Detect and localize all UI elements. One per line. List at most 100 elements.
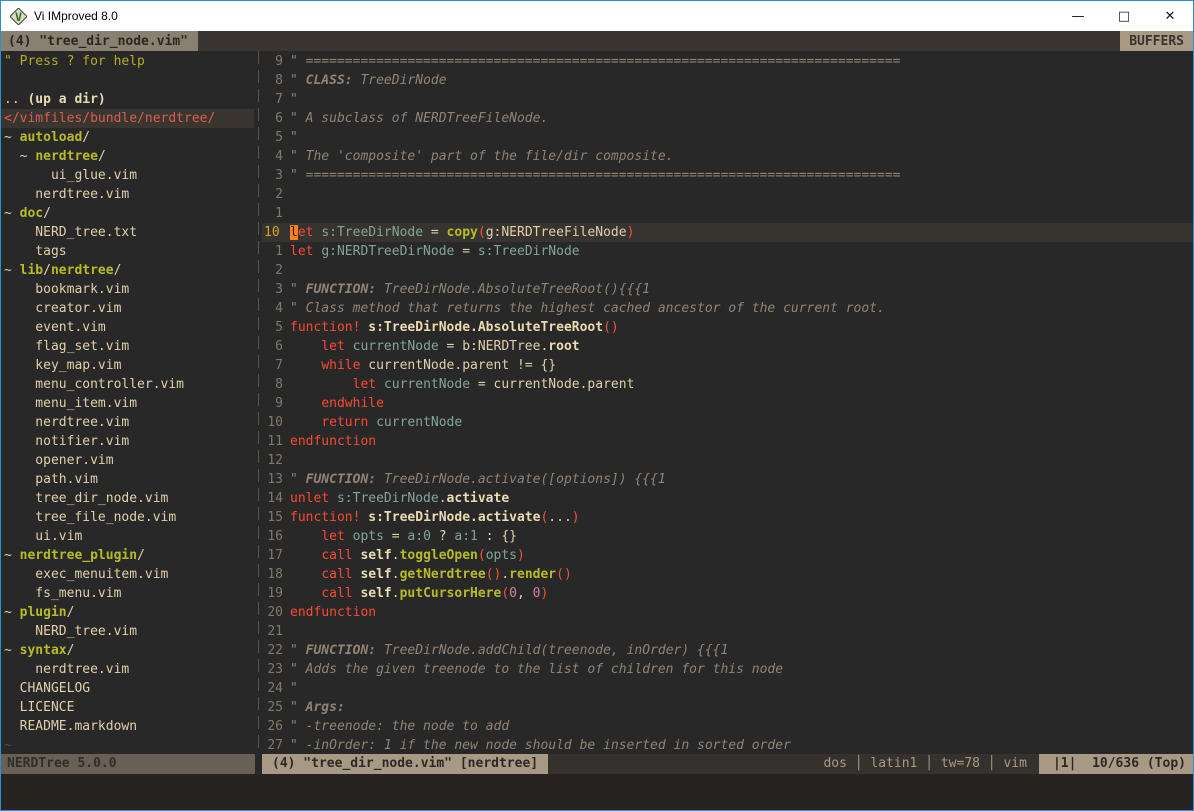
code-line[interactable]: 1let g:NERDTreeDirNode = s:TreeDirNode (262, 242, 1193, 261)
tree-item[interactable]: ~ lib/nerdtree/ (4, 261, 254, 280)
tree-item[interactable]: ~ (4, 736, 254, 754)
tree-item[interactable]: NERD_tree.txt (4, 223, 254, 242)
maximize-icon[interactable]: □ (1101, 1, 1147, 31)
code-line[interactable]: 8" CLASS: TreeDirNode (262, 71, 1193, 90)
tree-item[interactable]: notifier.vim (4, 432, 254, 451)
line-number: 20 (262, 603, 290, 622)
code-line[interactable]: 18 call self.getNerdtree().render() (262, 565, 1193, 584)
tree-item[interactable]: ui_glue.vim (4, 166, 254, 185)
tree-item[interactable]: menu_controller.vim (4, 375, 254, 394)
code-line[interactable]: 3" FUNCTION: TreeDirNode.AbsoluteTreeRoo… (262, 280, 1193, 299)
code-line-current[interactable]: 10let s:TreeDirNode = copy(g:NERDTreeFil… (262, 223, 1193, 242)
svg-text:V: V (15, 9, 22, 23)
code-line[interactable]: 7 while currentNode.parent != {} (262, 356, 1193, 375)
tree-item[interactable]: ui.vim (4, 527, 254, 546)
code-line[interactable]: 10 return currentNode (262, 413, 1193, 432)
window-separator[interactable] (254, 51, 262, 754)
tree-item[interactable]: ~ doc/ (4, 204, 254, 223)
close-icon[interactable]: ✕ (1147, 1, 1193, 31)
line-number: 2 (262, 185, 290, 204)
line-number: 2 (262, 261, 290, 280)
code-line[interactable]: 23" Adds the given treenode to the list … (262, 660, 1193, 679)
code-line[interactable]: 13" FUNCTION: TreeDirNode.activate([opti… (262, 470, 1193, 489)
code-line[interactable]: 15function! s:TreeDirNode.activate(...) (262, 508, 1193, 527)
minimize-icon[interactable]: — (1055, 1, 1101, 31)
line-number: 14 (262, 489, 290, 508)
tree-item[interactable]: ~ plugin/ (4, 603, 254, 622)
tree-item[interactable]: nerdtree.vim (4, 185, 254, 204)
tree-item[interactable]: path.vim (4, 470, 254, 489)
code-line[interactable]: 5" (262, 128, 1193, 147)
tree-item[interactable]: ~ syntax/ (4, 641, 254, 660)
tree-item[interactable]: key_map.vim (4, 356, 254, 375)
statusline: NERDTree 5.0.0 (4) "tree_dir_node.vim" [… (1, 754, 1193, 774)
tree-item[interactable]: creator.vim (4, 299, 254, 318)
tree-item[interactable]: NERD_tree.vim (4, 622, 254, 641)
code-line[interactable]: 21 (262, 622, 1193, 641)
buffers-label[interactable]: BUFFERS (1120, 31, 1193, 51)
line-number: 5 (262, 128, 290, 147)
code-line[interactable]: 24" (262, 679, 1193, 698)
tabline: (4) "tree_dir_node.vim" BUFFERS (1, 31, 1193, 51)
nerdtree-pane[interactable]: " Press ? for help .. (up a dir)</vimfile… (1, 51, 254, 754)
code-pane[interactable]: 9" =====================================… (262, 51, 1193, 754)
tree-item[interactable]: nerdtree.vim (4, 413, 254, 432)
tree-item[interactable]: exec_menuitem.vim (4, 565, 254, 584)
code-line[interactable]: 17 call self.toggleOpen(opts) (262, 546, 1193, 565)
code-line[interactable]: 6 let currentNode = b:NERDTree.root (262, 337, 1193, 356)
tree-item[interactable]: tree_dir_node.vim (4, 489, 254, 508)
tree-item[interactable]: tree_file_node.vim (4, 508, 254, 527)
tree-item[interactable]: flag_set.vim (4, 337, 254, 356)
code-line[interactable]: 22" FUNCTION: TreeDirNode.addChild(treen… (262, 641, 1193, 660)
window-title: Vi IMproved 8.0 (34, 9, 118, 23)
tree-root-item[interactable]: </vimfiles/bundle/nerdtree/ (1, 109, 254, 128)
tree-item[interactable]: CHANGELOG (4, 679, 254, 698)
code-line[interactable]: 27" -inOrder: 1 if the new node should b… (262, 736, 1193, 754)
code-line[interactable]: 20endfunction (262, 603, 1193, 622)
tree-item[interactable]: nerdtree.vim (4, 660, 254, 679)
code-line[interactable]: 4" The 'composite' part of the file/dir … (262, 147, 1193, 166)
code-line[interactable]: 26" -treenode: the node to add (262, 717, 1193, 736)
code-line[interactable]: 9" =====================================… (262, 52, 1193, 71)
line-number: 7 (262, 356, 290, 375)
titlebar: V Vi IMproved 8.0 — □ ✕ (1, 1, 1193, 31)
tree-item[interactable]: LICENCE (4, 698, 254, 717)
code-line[interactable]: 6" A subclass of NERDTreeFileNode. (262, 109, 1193, 128)
tree-item[interactable]: .. (up a dir) (4, 90, 254, 109)
tree-item[interactable]: bookmark.vim (4, 280, 254, 299)
tab-tree-dir-node[interactable]: (4) "tree_dir_node.vim" (1, 31, 198, 51)
nerdtree-status: NERDTree 5.0.0 (1, 754, 255, 774)
tree-item[interactable]: ~ nerdtree/ (4, 147, 254, 166)
code-line[interactable]: 2 (262, 185, 1193, 204)
code-line[interactable]: 9 endwhile (262, 394, 1193, 413)
code-line[interactable]: 25" Args: (262, 698, 1193, 717)
tree-item[interactable]: " Press ? for help (4, 52, 254, 71)
code-line[interactable]: 1 (262, 204, 1193, 223)
code-line[interactable]: 16 let opts = a:0 ? a:1 : {} (262, 527, 1193, 546)
tree-item[interactable]: tags (4, 242, 254, 261)
command-line[interactable] (1, 774, 1193, 810)
tree-item[interactable]: README.markdown (4, 717, 254, 736)
window-controls: — □ ✕ (1055, 1, 1193, 31)
code-line[interactable]: 11endfunction (262, 432, 1193, 451)
code-line[interactable]: 12 (262, 451, 1193, 470)
line-number: 5 (262, 318, 290, 337)
tree-item[interactable]: fs_menu.vim (4, 584, 254, 603)
code-line[interactable]: 4" Class method that returns the highest… (262, 299, 1193, 318)
code-line[interactable]: 14unlet s:TreeDirNode.activate (262, 489, 1193, 508)
tree-item[interactable]: event.vim (4, 318, 254, 337)
code-line[interactable]: 3" =====================================… (262, 166, 1193, 185)
code-line[interactable]: 19 call self.putCursorHere(0, 0) (262, 584, 1193, 603)
tree-item[interactable] (4, 71, 254, 90)
tree-item[interactable]: menu_item.vim (4, 394, 254, 413)
code-line[interactable]: 8 let currentNode = currentNode.parent (262, 375, 1193, 394)
line-number: 10 (262, 413, 290, 432)
code-line[interactable]: 7" (262, 90, 1193, 109)
code-line[interactable]: 5function! s:TreeDirNode.AbsoluteTreeRoo… (262, 318, 1193, 337)
tree-item[interactable]: ~ nerdtree_plugin/ (4, 546, 254, 565)
line-number: 18 (262, 565, 290, 584)
tabline-fill (198, 31, 1120, 51)
tree-item[interactable]: opener.vim (4, 451, 254, 470)
code-line[interactable]: 2 (262, 261, 1193, 280)
tree-item[interactable]: ~ autoload/ (4, 128, 254, 147)
